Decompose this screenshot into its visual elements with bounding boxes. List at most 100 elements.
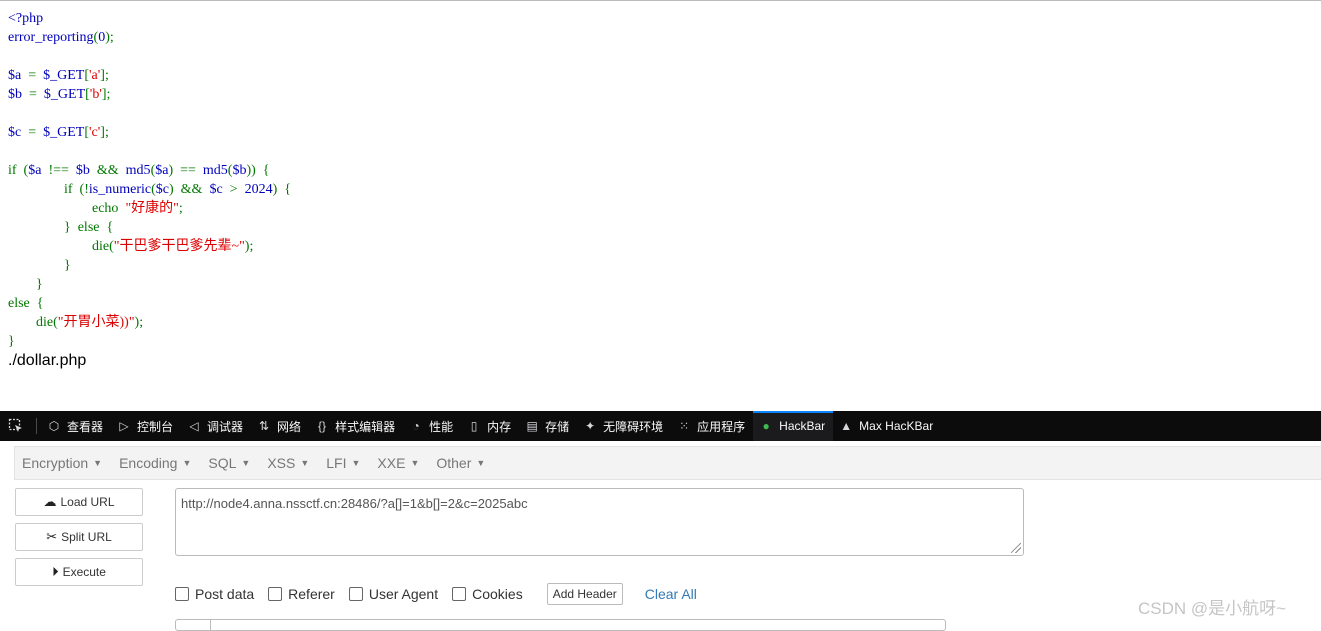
lock-icon: ▲ bbox=[840, 419, 853, 433]
user-agent-option[interactable]: User Agent bbox=[348, 586, 438, 602]
devtools-tab-label: 样式编辑器 bbox=[335, 419, 396, 434]
menu-label: SQL bbox=[208, 455, 237, 471]
code-line: echo "好康的"; bbox=[8, 199, 291, 218]
checkbox[interactable] bbox=[348, 587, 363, 601]
devtools-tab-performance[interactable]: ◔ 性能 bbox=[403, 411, 461, 441]
devtools-tab-max-hackbar[interactable]: ▲ Max HacKBar bbox=[833, 411, 941, 441]
code-token: $a bbox=[155, 163, 169, 178]
code-token: $a bbox=[8, 68, 29, 83]
devtools-tab-label: 查看器 bbox=[67, 419, 104, 434]
caret-down-icon: ▼ bbox=[182, 458, 192, 468]
code-line: } else { bbox=[8, 218, 291, 237]
menu-label: LFI bbox=[326, 455, 347, 471]
braces-icon: {} bbox=[318, 419, 327, 433]
code-token: error_reporting bbox=[8, 30, 94, 45]
code-token: ]; bbox=[101, 87, 111, 102]
split-url-button[interactable]: ✂ Split URL bbox=[15, 523, 143, 551]
code-token: "干巴爹干巴爹先辈~" bbox=[113, 239, 245, 254]
add-header-button[interactable]: Add Header bbox=[546, 583, 623, 605]
toolbar-separator bbox=[36, 418, 37, 434]
code-token: "好康的" bbox=[125, 201, 179, 216]
devtools-tab-accessibility[interactable]: ✦ 无障碍环境 bbox=[577, 411, 671, 441]
code-token: md5 bbox=[125, 163, 151, 178]
picker-icon bbox=[8, 418, 22, 432]
code-token: ) { bbox=[272, 182, 291, 197]
menu-xxe[interactable]: XXE ▼ bbox=[370, 455, 429, 471]
caret-down-icon: ▼ bbox=[93, 458, 103, 468]
play-circle-icon: ⏵ bbox=[52, 564, 59, 579]
devtools-tab-label: 性能 bbox=[429, 419, 454, 434]
code-token: if (! bbox=[8, 182, 89, 197]
code-token: if ( bbox=[8, 163, 29, 178]
devtools-tab-style-editor[interactable]: {} 样式编辑器 bbox=[309, 411, 403, 441]
devtools-tab-label: 控制台 bbox=[137, 419, 174, 434]
menu-lfi[interactable]: LFI ▼ bbox=[319, 455, 370, 471]
devtools-tab-hackbar[interactable]: ● HackBar bbox=[753, 411, 834, 441]
code-token: 'a' bbox=[89, 68, 101, 83]
inspector-icon: ⬡ bbox=[48, 419, 60, 433]
menu-other[interactable]: Other ▼ bbox=[429, 455, 495, 471]
menu-label: Encryption bbox=[22, 455, 89, 471]
code-line: $b = $_GET['b']; bbox=[8, 85, 291, 104]
menu-xss[interactable]: XSS ▼ bbox=[260, 455, 319, 471]
devtools-tab-label: Max HacKBar bbox=[859, 419, 934, 433]
code-token: ); bbox=[244, 239, 254, 254]
resize-handle-icon[interactable] bbox=[1011, 543, 1021, 553]
code-token: md5 bbox=[202, 163, 228, 178]
cookies-option[interactable]: Cookies bbox=[452, 586, 523, 602]
code-token: $b bbox=[232, 163, 247, 178]
post-data-option[interactable]: Post data bbox=[175, 586, 254, 602]
execute-button[interactable]: ⏵ Execute bbox=[15, 558, 143, 586]
code-token: )) { bbox=[246, 163, 270, 178]
devtools-tab-label: 应用程序 bbox=[697, 419, 746, 434]
menu-encoding[interactable]: Encoding ▼ bbox=[112, 455, 201, 471]
devtools-tab-network[interactable]: ⇅ 网络 bbox=[251, 411, 309, 441]
code-token: echo bbox=[8, 201, 126, 216]
code-token: = bbox=[29, 87, 44, 102]
code-line: die("干巴爹干巴爹先辈~"); bbox=[8, 237, 291, 256]
checkbox[interactable] bbox=[452, 587, 467, 601]
code-line: if ($a !== $b && md5($a) == md5($b)) { bbox=[8, 161, 291, 180]
code-token: else { bbox=[8, 296, 44, 311]
checkbox[interactable] bbox=[175, 587, 189, 601]
devtools-tab-inspector[interactable]: ⬡ 查看器 bbox=[41, 411, 111, 441]
code-token: ) && bbox=[169, 182, 210, 197]
header-input-box[interactable] bbox=[175, 619, 946, 631]
menu-sql[interactable]: SQL ▼ bbox=[201, 455, 260, 471]
checkbox[interactable] bbox=[268, 587, 283, 601]
menu-label: Other bbox=[436, 455, 472, 471]
devtools-tab-application[interactable]: ⁙ 应用程序 bbox=[671, 411, 753, 441]
devtools-tab-label: 网络 bbox=[277, 419, 302, 434]
code-token: && bbox=[96, 163, 126, 178]
code-token: ]; bbox=[100, 68, 109, 83]
devtools-tab-debugger[interactable]: ◁ 调试器 bbox=[181, 411, 251, 441]
code-token: $_GET bbox=[43, 125, 85, 140]
scissors-icon: ✂ bbox=[46, 529, 58, 544]
element-picker-button[interactable] bbox=[0, 411, 32, 441]
menu-label: Encoding bbox=[119, 455, 178, 471]
devtools-tab-storage[interactable]: ▤ 存储 bbox=[519, 411, 577, 441]
storage-icon: ▤ bbox=[526, 419, 538, 433]
code-token: <?php bbox=[8, 11, 44, 26]
code-token: } bbox=[8, 277, 43, 292]
code-line: <?php bbox=[8, 9, 291, 28]
code-token: 2024 bbox=[244, 182, 273, 197]
page-path-text: ./dollar.php bbox=[8, 352, 87, 369]
url-textarea[interactable]: http://node4.anna.nssctf.cn:28486/?a[]=1… bbox=[175, 488, 1024, 556]
code-token: = bbox=[28, 68, 44, 83]
code-token: is_numeric bbox=[88, 182, 152, 197]
code-token: $_GET bbox=[43, 87, 86, 102]
menu-label: XXE bbox=[377, 455, 406, 471]
devtools-tab-memory[interactable]: ▯ 内存 bbox=[461, 411, 519, 441]
devtools-tab-label: HackBar bbox=[779, 419, 826, 433]
referer-option[interactable]: Referer bbox=[268, 586, 335, 602]
network-icon: ⇅ bbox=[259, 419, 270, 433]
load-url-button[interactable]: ☁ Load URL bbox=[15, 488, 143, 516]
code-token: = bbox=[28, 125, 44, 140]
clear-all-link[interactable]: Clear All bbox=[645, 586, 697, 602]
menu-encryption[interactable]: Encryption ▼ bbox=[15, 455, 112, 471]
devtools-toolbar: ⬡ 查看器 ▷ 控制台 ◁ 调试器 ⇅ 网络 {} 样式编辑器 ◔ 性能 ▯ 内存 ▤ 存储 ✦ 无障碍环境 ⁙ 应用… bbox=[0, 411, 1321, 441]
devtools-tab-console[interactable]: ▷ 控制台 bbox=[111, 411, 181, 441]
